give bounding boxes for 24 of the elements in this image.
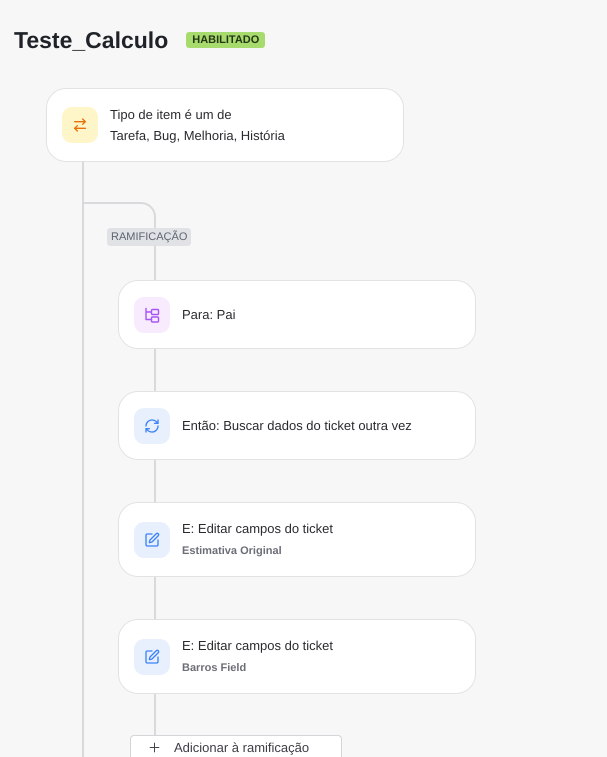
status-badge: HABILITADO	[186, 32, 266, 48]
hierarchy-icon	[134, 296, 170, 332]
action-card[interactable]: E: Editar campos do ticket Estimativa Original	[118, 502, 476, 577]
action-detail: Barros Field	[182, 661, 248, 676]
action-card[interactable]: E: Editar campos do ticket Barros Field	[118, 619, 476, 694]
action-title: E: Editar campos do ticket	[182, 637, 334, 655]
action-title: Então: Buscar dados do ticket outra vez	[182, 416, 412, 434]
edit-icon	[134, 638, 170, 674]
swap-arrows-icon	[62, 107, 98, 143]
add-to-branch-button[interactable]: Adicionar à ramificação	[130, 735, 342, 757]
action-title: E: Editar campos do ticket	[182, 520, 334, 538]
plus-icon	[147, 740, 162, 755]
refresh-icon	[134, 408, 170, 444]
branch-label: RAMIFICAÇÃO	[107, 228, 192, 246]
action-card[interactable]: Então: Buscar dados do ticket outra vez	[118, 391, 476, 460]
action-title: Para: Pai	[182, 306, 236, 324]
rule-title: Teste_Calculo	[14, 26, 168, 55]
condition-card[interactable]: Tipo de item é um de Tarefa, Bug, Melhoria, História	[46, 88, 404, 162]
action-card[interactable]: Para: Pai	[118, 280, 476, 349]
branch-connector	[84, 202, 156, 228]
condition-title: Tipo de item é um de	[110, 106, 233, 124]
edit-icon	[134, 522, 170, 558]
condition-values: Tarefa, Bug, Melhoria, História	[110, 127, 285, 145]
action-detail: Estimativa Original	[182, 544, 283, 559]
